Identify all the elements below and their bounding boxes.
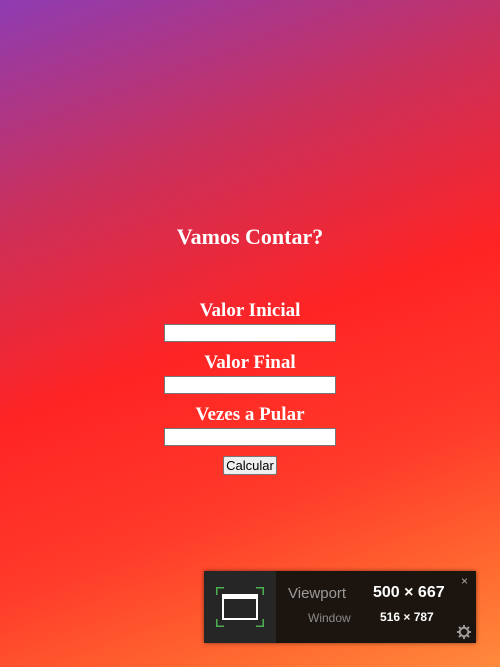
page-title: Vamos Contar? bbox=[176, 224, 324, 249]
initial-value-input[interactable] bbox=[164, 324, 336, 342]
field-group-initial: Valor Inicial bbox=[0, 298, 500, 350]
final-value-label: Valor Final bbox=[204, 352, 296, 373]
close-icon[interactable]: × bbox=[461, 575, 468, 587]
viewport-size-widget: Viewport 500 × 667 Window 516 × 787 × bbox=[204, 571, 476, 643]
initial-value-label: Valor Inicial bbox=[199, 300, 301, 321]
viewport-widget-info-panel: Viewport 500 × 667 Window 516 × 787 × bbox=[276, 571, 476, 643]
step-value-input[interactable] bbox=[164, 428, 336, 446]
gear-icon[interactable] bbox=[457, 625, 471, 639]
final-value-input[interactable] bbox=[164, 376, 336, 394]
window-frame-icon bbox=[216, 587, 264, 627]
viewport-size-value: 500 × 667 bbox=[373, 584, 445, 601]
step-value-label: Vezes a Pular bbox=[195, 404, 305, 425]
calculate-button[interactable]: Calcular bbox=[223, 456, 277, 475]
count-form: Valor Inicial Valor Final Vezes a Pular … bbox=[0, 298, 500, 475]
viewport-widget-icon-panel bbox=[204, 571, 276, 643]
window-size-value: 516 × 787 bbox=[380, 610, 434, 624]
field-group-step: Vezes a Pular bbox=[0, 402, 500, 454]
field-group-final: Valor Final bbox=[0, 350, 500, 402]
viewport-label: Viewport bbox=[288, 585, 347, 602]
window-label: Window bbox=[308, 611, 351, 625]
